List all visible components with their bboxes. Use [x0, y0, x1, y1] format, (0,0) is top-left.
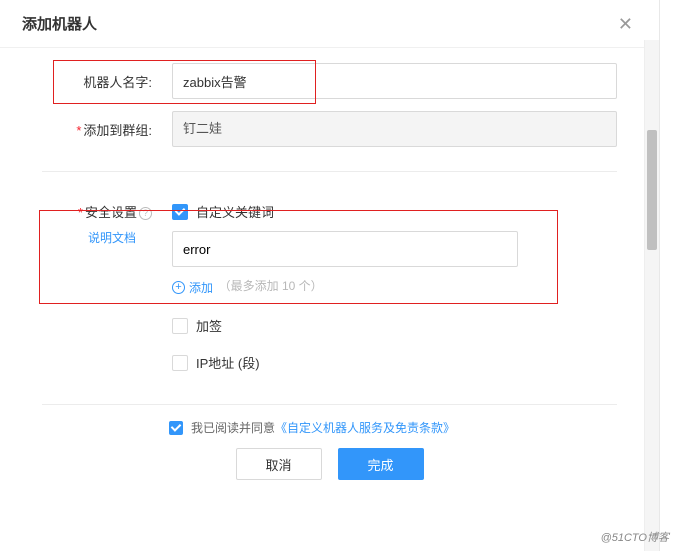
checkbox-agree[interactable] [169, 421, 183, 435]
add-keyword-button[interactable]: + 添加 [172, 279, 213, 296]
dialog-footer: 取消 完成 [42, 448, 617, 498]
label-sign: 加签 [196, 316, 222, 335]
group-input[interactable]: 钉二娃 [172, 111, 617, 147]
label-security: *安全设置? [42, 202, 152, 221]
scrollbar[interactable] [644, 40, 659, 551]
row-agree: 我已阅读并同意 《自定义机器人服务及免责条款》 [42, 419, 617, 436]
row-add-keyword: + 添加 （最多添加 10 个） [172, 277, 617, 296]
dialog-title: 添加机器人 [22, 13, 97, 34]
cancel-button[interactable]: 取消 [236, 448, 322, 480]
checkbox-custom-keyword[interactable] [172, 204, 188, 220]
scrollbar-thumb[interactable] [647, 130, 657, 250]
checkbox-sign[interactable] [172, 318, 188, 334]
label-add-to-group-text: 添加到群组: [83, 123, 152, 138]
section-security: *安全设置? 说明文档 自定义关键词 + 添加 （最多添加 10 个） 加签 [42, 202, 617, 376]
security-labels: *安全设置? 说明文档 [42, 202, 172, 246]
row-ip: IP地址 (段) [172, 353, 617, 372]
row-custom-keyword: 自定义关键词 [172, 202, 617, 221]
label-custom-keyword: 自定义关键词 [196, 202, 274, 221]
label-ip: IP地址 (段) [196, 353, 260, 372]
plus-icon: + [172, 281, 185, 294]
security-doc-link[interactable]: 说明文档 [42, 229, 152, 246]
dialog-body: 机器人名字: *添加到群组: 钉二娃 *安全设置? 说明文档 自定义关键词 [0, 48, 659, 498]
agree-prefix: 我已阅读并同意 [191, 419, 275, 436]
divider-1 [42, 171, 617, 172]
label-add-to-group: *添加到群组: [42, 120, 172, 139]
label-security-text: 安全设置 [85, 205, 137, 220]
terms-link[interactable]: 《自定义机器人服务及免责条款》 [275, 419, 455, 436]
divider-2 [42, 404, 617, 405]
add-keyword-hint: （最多添加 10 个） [219, 279, 323, 293]
checkbox-ip[interactable] [172, 355, 188, 371]
robot-name-input[interactable] [172, 63, 617, 99]
label-robot-name: 机器人名字: [42, 72, 172, 91]
row-add-to-group: *添加到群组: 钉二娃 [42, 111, 617, 147]
watermark: @51CTO博客 [601, 529, 669, 545]
dialog-header: 添加机器人 ✕ [0, 0, 659, 48]
close-icon[interactable]: ✕ [614, 11, 637, 37]
row-sign: 加签 [172, 316, 617, 335]
keyword-input[interactable] [172, 231, 518, 267]
add-robot-dialog: 添加机器人 ✕ 机器人名字: *添加到群组: 钉二娃 *安全设置? 说明文档 [0, 0, 660, 551]
security-body: 自定义关键词 + 添加 （最多添加 10 个） 加签 IP地址 (段) [172, 202, 617, 376]
ok-button[interactable]: 完成 [338, 448, 424, 480]
help-icon[interactable]: ? [139, 207, 152, 220]
row-robot-name: 机器人名字: [42, 63, 617, 99]
add-keyword-label: 添加 [189, 279, 213, 296]
